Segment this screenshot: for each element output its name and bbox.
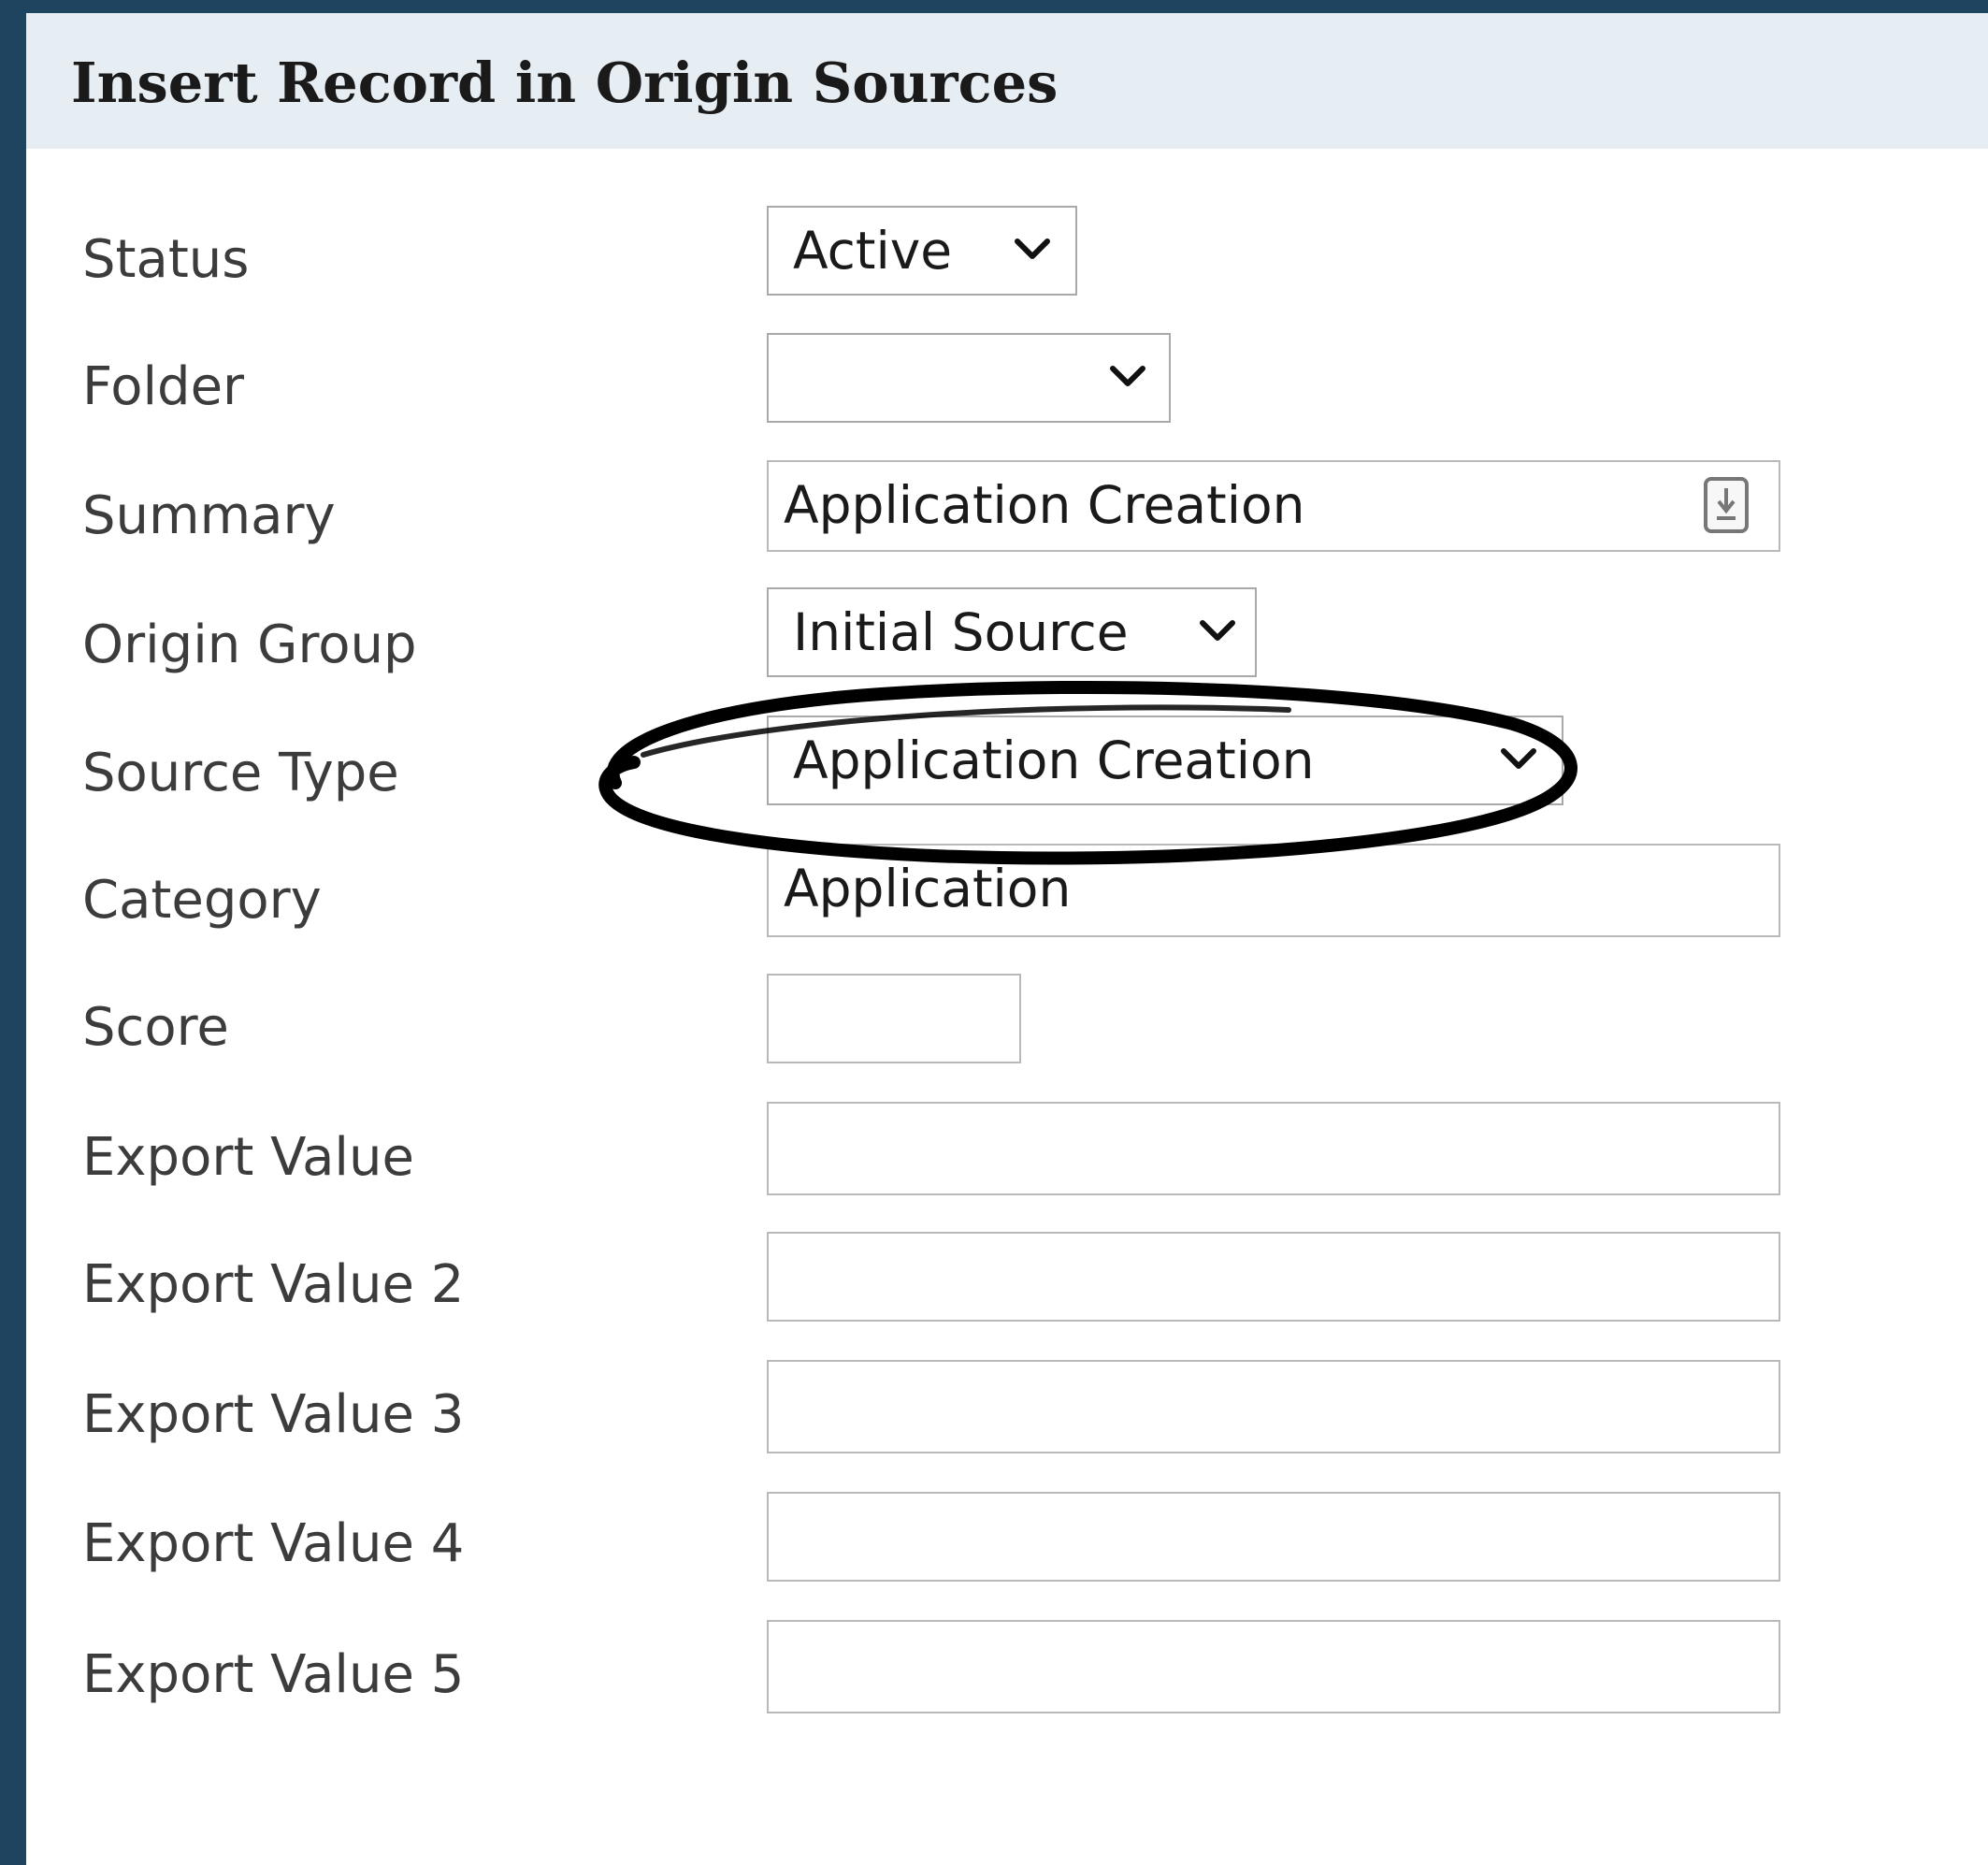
origin-group-select[interactable]: Initial Source [767,587,1257,677]
export-value-2-input[interactable] [767,1232,1780,1322]
score-label: Score [82,997,229,1058]
summary-value: Application Creation [784,475,1305,535]
chevron-down-icon [1200,620,1235,641]
export-value-label: Export Value [82,1127,414,1188]
source-type-label: Source Type [82,743,399,803]
origin-group-label: Origin Group [82,614,417,675]
export-value-5-input[interactable] [767,1620,1780,1713]
dialog-header: Insert Record in Origin Sources [26,13,1988,149]
export-value-4-label: Export Value 4 [82,1513,465,1574]
export-value-3-label: Export Value 3 [82,1384,465,1445]
chevron-down-icon [1501,748,1536,769]
source-type-value: Application Creation [793,730,1315,790]
origin-group-value: Initial Source [793,602,1129,662]
summary-input[interactable]: Application Creation [767,460,1780,552]
export-value-5-label: Export Value 5 [82,1644,465,1705]
export-value-2-label: Export Value 2 [82,1254,465,1315]
folder-label: Folder [82,356,245,417]
export-value-4-input[interactable] [767,1492,1780,1582]
status-label: Status [82,229,250,290]
status-select[interactable]: Active [767,206,1077,296]
summary-label: Summary [82,485,336,546]
score-input[interactable] [767,974,1021,1063]
export-value-input[interactable] [767,1102,1780,1195]
category-value: Application [784,859,1072,918]
dialog-title: Insert Record in Origin Sources [71,51,1059,115]
category-label: Category [82,870,322,931]
export-value-3-input[interactable] [767,1360,1780,1453]
insert-record-dialog: Insert Record in Origin Sources Status A… [26,13,1988,1865]
category-input[interactable]: Application [767,844,1780,937]
expand-text-icon[interactable] [1702,475,1750,535]
status-value: Active [793,221,953,281]
folder-select[interactable] [767,333,1171,423]
chevron-down-icon [1110,366,1145,386]
chevron-down-icon [1015,239,1050,259]
source-type-select[interactable]: Application Creation [767,716,1563,805]
